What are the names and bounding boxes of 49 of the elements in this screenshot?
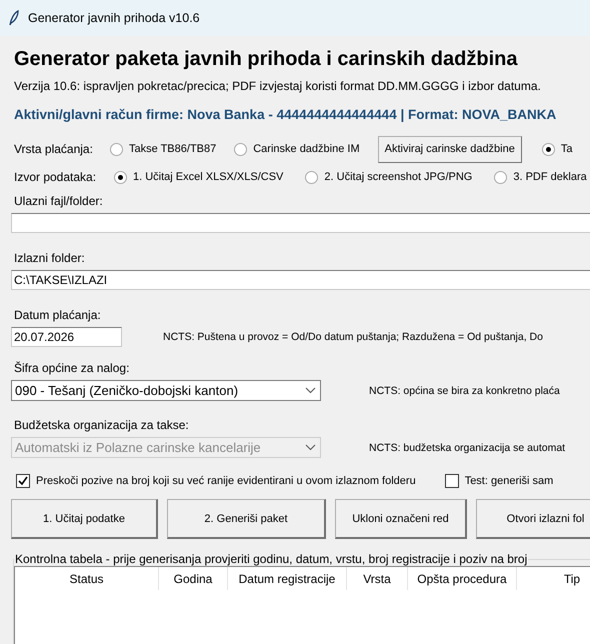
page-title: Generator paketa javnih prihoda i carinskih dadžbina: [14, 48, 519, 71]
radio-button[interactable]: [234, 142, 248, 156]
radio-label: 3. PDF deklara: [513, 171, 587, 183]
radio-label: Carinske dadžbine IM: [253, 143, 360, 155]
feather-icon: [9, 10, 19, 26]
activate-button[interactable]: Aktiviraj carinske dadžbine: [378, 136, 522, 162]
field-label: Šifra općine za nalog:: [14, 361, 130, 375]
action-button[interactable]: 1. Učitaj podatke: [11, 499, 158, 539]
action-button[interactable]: Ukloni označeni red: [335, 499, 467, 539]
input-path-field[interactable]: [11, 213, 590, 233]
info-note: NCTS: Puštena u provoz = Od/Do datum puštanja; Razdužena = Od puštanja, Do: [163, 331, 543, 343]
radio-label: 2. Učitaj screenshot JPG/PNG: [324, 171, 472, 183]
action-button[interactable]: Otvori izlazni fol: [476, 499, 590, 539]
version-note: Verzija 10.6: ispravljen pokretac/precica; PDF izvjestaj koristi format DD.MM.GGGG i izbor datuma.: [14, 79, 542, 93]
date-field[interactable]: 20.07.2026: [11, 327, 122, 347]
column-header[interactable]: Godina: [159, 567, 228, 590]
column-header[interactable]: Status: [15, 567, 159, 590]
chevron-down-icon: [305, 387, 316, 394]
column-header[interactable]: Opšta procedura: [408, 567, 517, 590]
action-button[interactable]: 2. Generiši paket: [167, 499, 326, 539]
field-label: Izvor podataka:: [14, 170, 98, 184]
field-label: Datum plaćanja:: [14, 308, 101, 322]
window-title: Generator javnih prihoda v10.6: [28, 11, 200, 25]
field-label: Ulazni fajl/folder:: [14, 194, 103, 208]
output-folder-field[interactable]: C:\TAKSE\IZLAZI: [11, 270, 590, 290]
field-label: Budžetska organizacija za takse:: [14, 418, 189, 432]
checkbox-label: Preskoči pozive na broj koji su već ranije evidentirani u ovom izlaznom folderu: [36, 475, 416, 487]
checkbox[interactable]: [16, 474, 30, 488]
radio-button[interactable]: [114, 170, 127, 184]
chevron-down-icon: [305, 444, 316, 451]
checkbox-label: Test: generiši sam: [464, 475, 554, 487]
column-header[interactable]: Datum registracije: [228, 567, 347, 590]
field-label: Izlazni folder:: [14, 251, 85, 265]
table-caption: Kontrolna tabela - prije generisanja provjeriti godinu, datum, vrstu, broj registracije i poziv na broj: [14, 552, 528, 566]
radio-button[interactable]: [542, 142, 555, 156]
radio-button[interactable]: [305, 170, 318, 184]
account-info: Aktivni/glavni račun firme: Nova Banka - 4444444444444444 | Format: NOVA_BANKA: [14, 107, 558, 122]
municipality-select[interactable]: 090 - Tešanj (Zeničko-dobojski kanton): [11, 380, 321, 401]
info-note: NCTS: budžetska organizacija se automat: [369, 442, 566, 454]
info-note: NCTS: općina se bira za konkretno plaća: [369, 384, 560, 396]
checkbox[interactable]: [444, 474, 459, 488]
column-header[interactable]: Tip: [517, 567, 590, 590]
radio-label: Takse TB86/TB87: [129, 143, 216, 155]
radio-label: 1. Učitaj Excel XLSX/XLS/CSV: [133, 171, 284, 183]
radio-button[interactable]: [110, 142, 123, 156]
radio-label: Ta: [560, 143, 572, 155]
field-label: Vrsta plaćanja:: [14, 142, 94, 156]
column-header[interactable]: Vrsta: [347, 567, 408, 590]
radio-button[interactable]: [494, 170, 508, 184]
